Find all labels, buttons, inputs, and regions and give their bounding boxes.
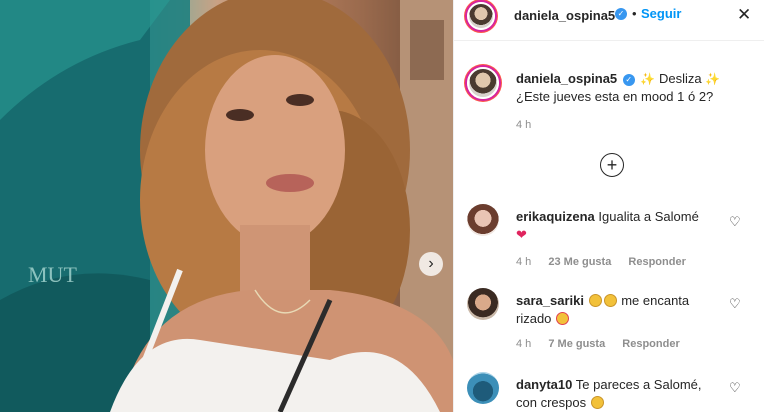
comment-text: sara_sariki me encanta rizado <box>516 292 726 328</box>
caption-text: daniela_ospina5 ✓ ✨ Desliza ✨ ¿Este juev… <box>516 70 754 106</box>
caption-username[interactable]: daniela_ospina5 <box>516 71 617 86</box>
comment-likes-count: 23 Me gusta <box>548 256 612 268</box>
caption-body-part2: ¿Este jueves esta en mood 1 ó 2? <box>516 89 714 104</box>
reply-label: Responder <box>622 338 680 350</box>
post-side-panel: daniela_ospina5 ✓ • Seguir ✕ daniela_osp… <box>454 0 764 412</box>
commenter-avatar[interactable] <box>467 204 499 236</box>
grin-emoji-icon <box>603 294 617 307</box>
comment-text: erikaquizena Igualita a Salomé ❤ <box>516 208 726 244</box>
grin-emoji-icon <box>588 294 602 307</box>
photo-illustration: MUT <box>0 0 453 412</box>
comment-timestamp[interactable]: 4 h <box>516 256 531 268</box>
commenter-username[interactable]: danyta10 <box>516 377 572 392</box>
chevron-right-icon: › <box>428 255 434 272</box>
caption-timestamp[interactable]: 4 h <box>516 119 531 131</box>
header-divider <box>454 40 764 41</box>
comment-text: danyta10 Te pareces a Salomé, con crespo… <box>516 376 726 412</box>
heart-icon[interactable]: ♡ <box>729 380 741 396</box>
author-username[interactable]: daniela_ospina5 <box>514 8 615 23</box>
comment-likes-count: 7 Me gusta <box>548 338 606 350</box>
comment-meta: 4 h 7 Me gusta Responder <box>516 338 694 350</box>
verified-badge-icon: ✓ <box>615 8 627 20</box>
reply-button[interactable]: Responder <box>622 338 679 350</box>
heart-eyes-emoji-icon <box>556 312 570 325</box>
commenter-username[interactable]: sara_sariki <box>516 293 584 308</box>
header-separator: • <box>632 6 637 21</box>
grin-emoji-icon <box>590 396 604 409</box>
post-photo: MUT › <box>0 0 453 412</box>
plus-circle-icon: + <box>606 155 618 175</box>
caption-avatar[interactable] <box>467 67 499 99</box>
carousel-next-button[interactable]: › <box>419 252 443 276</box>
commenter-avatar[interactable] <box>467 372 499 404</box>
load-more-comments-button[interactable]: + <box>600 153 624 177</box>
author-avatar[interactable] <box>467 2 495 30</box>
follow-button[interactable]: Seguir <box>641 6 681 21</box>
svg-text:MUT: MUT <box>28 262 77 287</box>
sparkle-icon: ✨ <box>705 72 721 86</box>
reply-button[interactable]: Responder <box>628 256 685 268</box>
red-heart-emoji: ❤ <box>516 227 527 242</box>
post-header: daniela_ospina5 ✓ • Seguir ✕ <box>454 0 764 30</box>
close-icon[interactable]: ✕ <box>737 5 751 25</box>
comment-meta: 4 h 23 Me gusta Responder <box>516 256 700 268</box>
sparkle-icon: ✨ <box>640 72 656 86</box>
comment-likes[interactable]: 23 Me gusta <box>548 256 611 268</box>
comment-timestamp[interactable]: 4 h <box>516 338 531 350</box>
comment-body: Igualita a Salomé <box>598 209 699 224</box>
verified-badge-icon: ✓ <box>622 73 635 86</box>
commenter-username[interactable]: erikaquizena <box>516 209 595 224</box>
commenter-avatar[interactable] <box>467 288 499 320</box>
caption-body-part1: Desliza <box>658 71 702 86</box>
heart-icon[interactable]: ♡ <box>729 214 741 230</box>
heart-icon[interactable]: ♡ <box>729 296 741 312</box>
comment-likes[interactable]: 7 Me gusta <box>548 338 605 350</box>
reply-label: Responder <box>628 256 686 268</box>
